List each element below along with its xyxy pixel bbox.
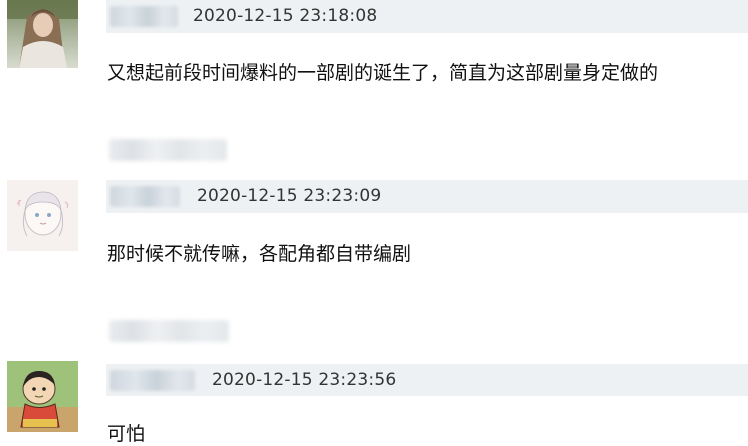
username-blurred[interactable]	[110, 370, 195, 391]
username-blurred[interactable]	[110, 186, 180, 207]
reply-link-blurred[interactable]	[109, 139, 227, 161]
cartoon-boy-avatar	[7, 361, 78, 432]
user-avatar[interactable]	[7, 180, 78, 251]
username-blurred[interactable]	[110, 6, 178, 27]
comment-timestamp: 2020-12-15 23:23:56	[212, 370, 397, 390]
comment-text: 又想起前段时间爆料的一部剧的诞生了，简直为这部剧量身定做的	[107, 62, 659, 84]
comment-meta-bar: 2020-12-15 23:23:09	[106, 180, 748, 213]
comment-item: 2020-12-15 23:23:09 那时候不就传嘛，各配角都自带编剧	[0, 180, 748, 300]
comment-meta-bar: 2020-12-15 23:18:08	[106, 0, 748, 33]
comment-item: 2020-12-15 23:23:56 可怕	[0, 361, 748, 445]
comment-text: 可怕	[107, 423, 146, 445]
anime-sketch-avatar	[7, 180, 78, 251]
user-avatar[interactable]	[7, 0, 78, 68]
user-avatar[interactable]	[7, 361, 78, 432]
comment-meta-bar: 2020-12-15 23:23:56	[106, 364, 748, 396]
comment-timestamp: 2020-12-15 23:23:09	[197, 186, 382, 206]
comment-item: 2020-12-15 23:18:08 又想起前段时间爆料的一部剧的诞生了，简直…	[0, 0, 748, 120]
comment-text: 那时候不就传嘛，各配角都自带编剧	[107, 243, 412, 265]
comment-timestamp: 2020-12-15 23:18:08	[193, 6, 378, 26]
girl-portrait-avatar	[7, 0, 78, 68]
reply-link-blurred[interactable]	[109, 320, 229, 342]
